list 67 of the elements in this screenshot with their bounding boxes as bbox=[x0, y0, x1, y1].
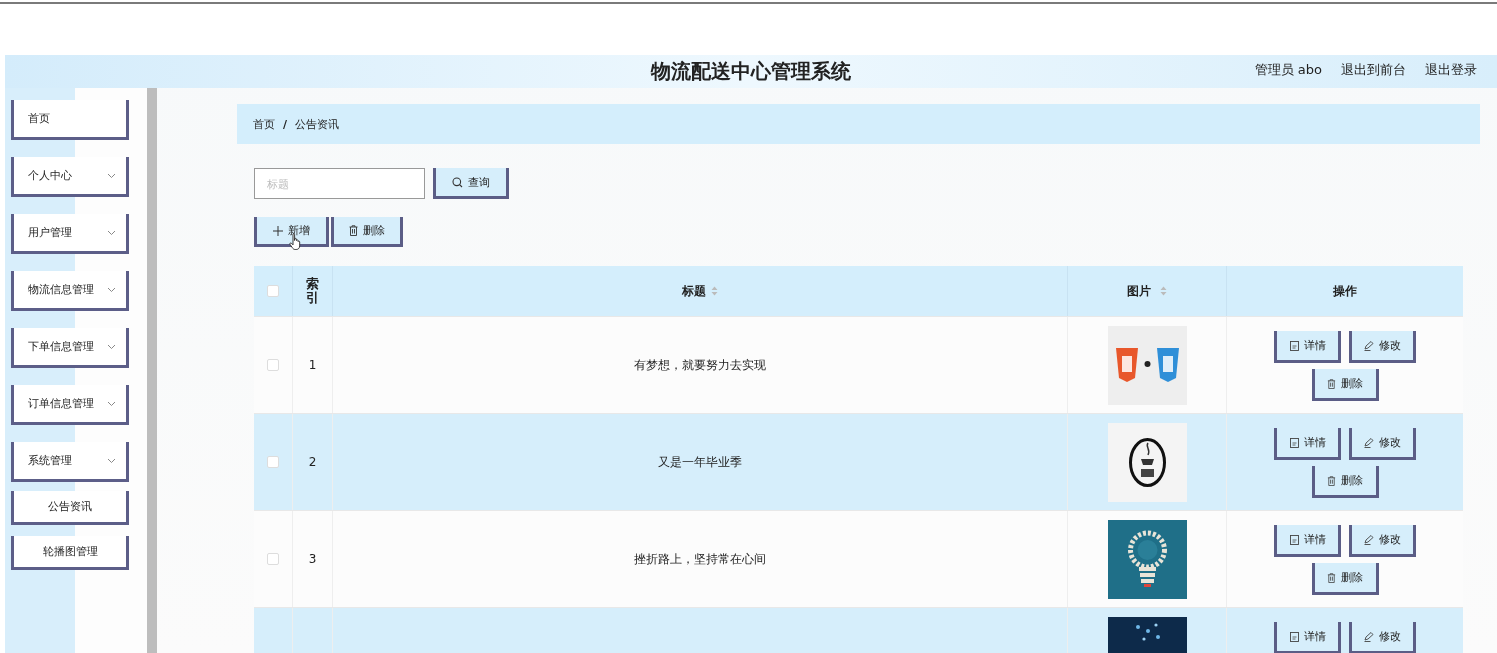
breadcrumb-link[interactable]: 首页 bbox=[253, 116, 275, 132]
edit-button[interactable]: 修改 bbox=[1349, 622, 1416, 653]
sidebar-subitem[interactable]: 轮播图管理 bbox=[11, 536, 129, 570]
column-header: 图片 bbox=[1127, 282, 1151, 300]
detail-button[interactable]: 详情 bbox=[1274, 428, 1341, 460]
sidebar-item[interactable]: 系统管理 bbox=[11, 442, 129, 482]
sidebar-item[interactable]: 首页 bbox=[11, 100, 129, 140]
pencil-icon bbox=[1364, 437, 1374, 448]
column-header: 操作 bbox=[1333, 282, 1357, 300]
breadcrumb-separator: / bbox=[283, 117, 288, 131]
sidebar-item[interactable]: 个人中心 bbox=[11, 157, 129, 197]
column-header: 标题 bbox=[682, 282, 706, 300]
document-icon bbox=[1289, 631, 1299, 642]
pencil-icon bbox=[1364, 340, 1374, 351]
table-cell: 又是一年毕业季 bbox=[658, 453, 742, 471]
row-checkbox[interactable] bbox=[267, 456, 279, 468]
sidebar-subitem[interactable]: 公告资讯 bbox=[11, 491, 129, 525]
user-label: 管理员 abo bbox=[1254, 60, 1322, 79]
chevron-down-icon bbox=[107, 286, 116, 293]
delete-button[interactable]: 删除 bbox=[1311, 466, 1379, 498]
detail-button[interactable]: 详情 bbox=[1274, 525, 1341, 557]
document-icon bbox=[1289, 340, 1299, 351]
search-icon bbox=[452, 176, 463, 188]
table-cell: 3 bbox=[308, 552, 317, 566]
header-link[interactable]: 退出到前台 bbox=[1341, 60, 1406, 79]
sidebar-item[interactable]: 下单信息管理 bbox=[11, 328, 129, 368]
row-checkbox[interactable] bbox=[267, 553, 279, 565]
system-title: 物流配送中心管理系统 bbox=[651, 58, 851, 85]
search-field[interactable]: 标题 bbox=[254, 168, 425, 199]
sidebar-item[interactable]: 用户管理 bbox=[11, 214, 129, 254]
trash-icon bbox=[349, 225, 358, 236]
plus-icon bbox=[273, 225, 283, 236]
trash-icon bbox=[1327, 475, 1336, 486]
edit-button[interactable]: 修改 bbox=[1349, 525, 1416, 557]
edit-button[interactable]: 修改 bbox=[1349, 331, 1416, 363]
document-icon bbox=[1289, 437, 1299, 448]
table-cell: 有梦想，就要努力去实现 bbox=[634, 356, 766, 374]
search-button[interactable]: 查询 bbox=[433, 168, 509, 199]
delete-button[interactable]: 删除 bbox=[331, 217, 403, 247]
table-cell: 1 bbox=[308, 358, 317, 372]
sidebar-item[interactable]: 订单信息管理 bbox=[11, 385, 129, 425]
breadcrumb-link[interactable]: 公告资讯 bbox=[295, 116, 340, 132]
sort-icon[interactable] bbox=[711, 286, 718, 296]
document-icon bbox=[1289, 534, 1299, 545]
delete-button[interactable]: 删除 bbox=[1311, 563, 1379, 595]
sidebar-item[interactable]: 物流信息管理 bbox=[11, 271, 129, 311]
table-cell: 挫折路上，坚持常在心间 bbox=[634, 550, 766, 568]
chevron-down-icon bbox=[107, 172, 116, 179]
header-link[interactable]: 退出登录 bbox=[1425, 60, 1477, 79]
row-checkbox[interactable] bbox=[267, 359, 279, 371]
chevron-down-icon bbox=[107, 343, 116, 350]
delete-button[interactable]: 删除 bbox=[1311, 369, 1379, 401]
detail-button[interactable]: 详情 bbox=[1274, 622, 1341, 653]
trash-icon bbox=[1327, 572, 1336, 583]
add-button[interactable]: 新增 bbox=[254, 217, 329, 247]
table-cell: 2 bbox=[308, 455, 317, 469]
sort-icon[interactable] bbox=[1160, 286, 1167, 296]
chevron-down-icon bbox=[107, 400, 116, 407]
column-header: 索引 bbox=[306, 276, 319, 306]
trash-icon bbox=[1327, 378, 1336, 389]
pencil-icon bbox=[1364, 631, 1374, 642]
pencil-icon bbox=[1364, 534, 1374, 545]
edit-button[interactable]: 修改 bbox=[1349, 428, 1416, 460]
chevron-down-icon bbox=[107, 229, 116, 236]
detail-button[interactable]: 详情 bbox=[1274, 331, 1341, 363]
chevron-down-icon bbox=[107, 457, 116, 464]
select-all-checkbox[interactable] bbox=[267, 285, 279, 297]
